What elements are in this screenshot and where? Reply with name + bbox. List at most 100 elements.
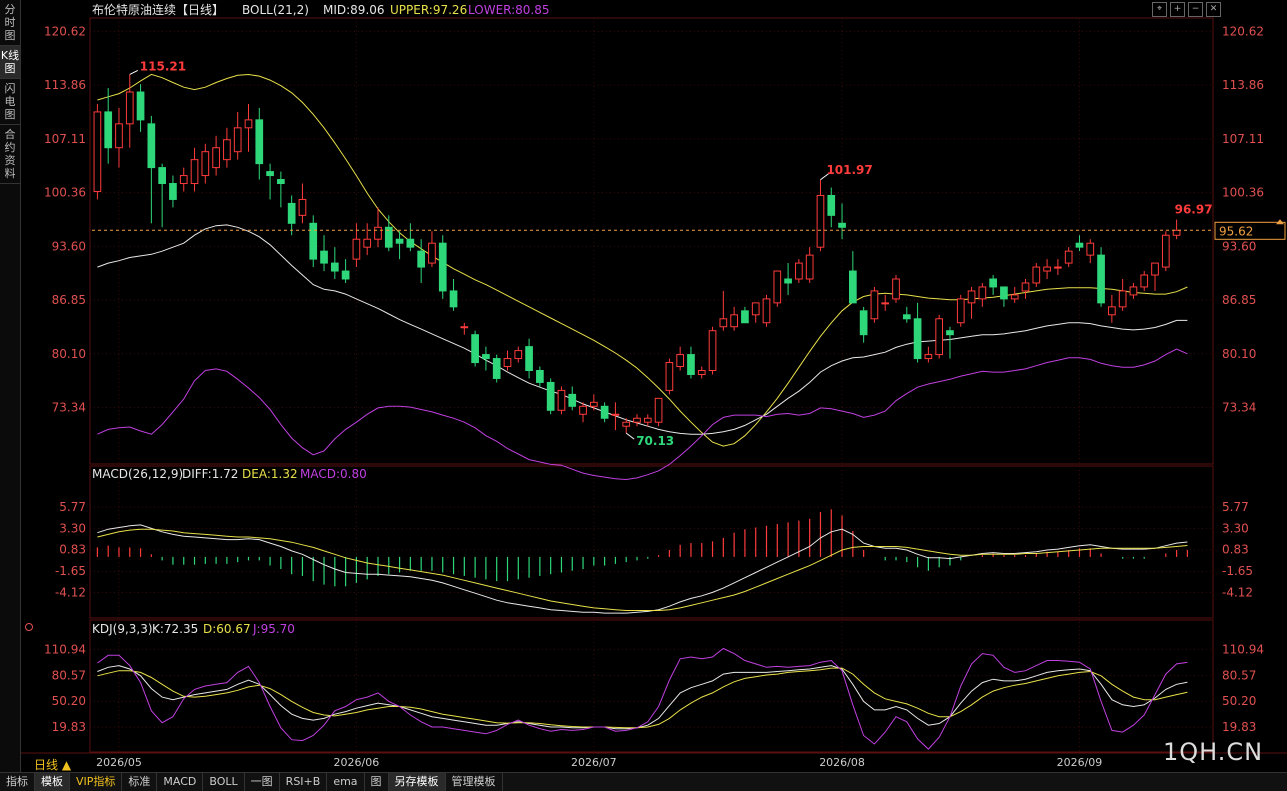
boll-upper-value: UPPER:97.26	[390, 3, 467, 17]
candle-up	[870, 290, 879, 320]
tab-ema[interactable]: ema	[327, 773, 365, 791]
candle-down	[417, 250, 426, 268]
candle-down	[784, 278, 792, 284]
candle-down	[158, 167, 166, 185]
candle-up	[244, 119, 253, 129]
price-tick-left: 80.10	[52, 347, 86, 361]
price-tick-right: 100.36	[1222, 186, 1264, 200]
tab-rsi-b[interactable]: RSI+B	[280, 773, 328, 791]
macd-macd-value: MACD:0.80	[300, 467, 367, 481]
candle-down	[741, 310, 749, 324]
price-tick-left: 113.86	[44, 78, 86, 92]
boll-mid-value: MID:89.06	[323, 3, 385, 17]
price-axis: 120.62 120.62 113.86 113.86 107.11 107.11 100.…	[44, 24, 1264, 414]
tab-flash-chart[interactable]: 闪电图	[0, 79, 20, 125]
view-sidebar: 分时图 K线图 闪电图 合约资料	[0, 0, 21, 772]
tab-vip-indicator[interactable]: VIP指标	[70, 773, 123, 791]
candle-up	[697, 369, 706, 375]
kdj-label[interactable]: KDJ(9,3,3)	[92, 622, 153, 636]
macd-tick-left: 3.30	[59, 521, 86, 535]
candle-up	[115, 123, 123, 149]
candle-up	[654, 397, 663, 423]
candle-up	[643, 417, 652, 423]
price-tick-right: 86.85	[1222, 293, 1256, 307]
candle-down	[568, 393, 577, 407]
tab-standard[interactable]: 标准	[122, 773, 158, 791]
macd-tick-right: 5.77	[1222, 500, 1249, 514]
candle-down	[449, 290, 458, 308]
candle-up	[622, 421, 631, 427]
tab-contract-info[interactable]: 合约资料	[0, 125, 20, 184]
kdj-tick-left: 19.83	[52, 720, 86, 734]
price-tick-right: 113.86	[1222, 78, 1264, 92]
macd-legend: MACD(26,12,9) DIFF:1.72 DEA:1.32 MACD:0.…	[92, 467, 367, 481]
candle-up	[967, 290, 976, 304]
tab-chart[interactable]: 图	[365, 773, 389, 791]
candle-down	[838, 222, 846, 228]
high-pointer	[129, 69, 138, 75]
candle-up	[201, 151, 210, 177]
candle-up	[460, 326, 469, 329]
price-tick-left: 107.11	[44, 132, 86, 146]
candle-down	[341, 270, 350, 280]
panel-frame	[89, 619, 1214, 753]
candle-up	[212, 147, 220, 169]
candle-up	[1108, 306, 1116, 316]
macd-dea-line	[97, 528, 1188, 611]
candle-up	[924, 354, 933, 360]
candle-down	[848, 270, 857, 304]
kdj-d-value: D:60.67	[203, 622, 251, 636]
tab-timeshare[interactable]: 分时图	[0, 0, 20, 46]
tab-one-chart[interactable]: 一图	[245, 773, 280, 791]
candle-down	[525, 346, 533, 371]
candle-down	[136, 91, 145, 121]
candle-up	[795, 262, 803, 280]
candle-down	[287, 202, 296, 224]
close-icon[interactable]: ✕	[1206, 2, 1221, 17]
tab-macd[interactable]: MACD	[157, 773, 204, 791]
candle-up	[816, 194, 825, 248]
high-label: 115.21	[140, 59, 186, 73]
boll-lower-line	[97, 348, 1188, 481]
candle-up	[730, 314, 738, 328]
candle-down	[946, 330, 954, 336]
candle-up	[374, 226, 382, 240]
macd-tick-right: 0.83	[1222, 543, 1249, 557]
kdj-tick-right: 50.20	[1222, 694, 1256, 708]
kdj-j-value: J:95.70	[252, 622, 295, 636]
candle-up	[881, 302, 890, 305]
tab-manage-template[interactable]: 管理模板	[446, 773, 503, 791]
period-selector[interactable]: 日线 ▲	[34, 756, 71, 773]
tab-indicator[interactable]: 指标	[0, 773, 35, 791]
boll-label[interactable]: BOLL(21,2)	[242, 3, 309, 17]
tab-boll[interactable]: BOLL	[203, 773, 245, 791]
date-tick-label: 2026/07	[571, 756, 617, 769]
tab-kline[interactable]: K线图	[0, 46, 20, 79]
zoom-in-icon[interactable]: +	[1170, 2, 1185, 17]
candle-up	[589, 401, 598, 407]
crosshair-icon[interactable]: ⌖	[1152, 2, 1167, 17]
candle-up	[1021, 282, 1030, 292]
candle-up	[352, 238, 361, 260]
main-legend: 布伦特原油连续【日线】 BOLL(21,2) MID:89.06 UPPER:9…	[92, 2, 550, 17]
price-tick-right: 73.34	[1222, 401, 1256, 415]
tab-template[interactable]: 模板	[35, 773, 70, 791]
low-pointer	[625, 432, 635, 440]
macd-label[interactable]: MACD(26,12,9)	[92, 467, 183, 481]
boll-lower-value: LOWER:80.85	[468, 3, 550, 17]
tab-save-template[interactable]: 另存模板	[388, 773, 446, 791]
zoom-out-icon[interactable]: −	[1188, 2, 1203, 17]
candle-up	[223, 139, 231, 161]
candle-down	[309, 222, 318, 260]
date-tick-label: 2026/09	[1057, 756, 1103, 769]
chart-canvas[interactable]: 120.62 120.62 113.86 113.86 107.11 107.11 100.…	[0, 0, 1287, 790]
candle-up	[233, 127, 242, 153]
candle-down	[277, 179, 285, 185]
date-tick-label: 2026/08	[819, 756, 865, 769]
candle-up	[428, 242, 436, 264]
candle-down	[330, 262, 339, 272]
price-tick-right: 107.11	[1222, 132, 1264, 146]
kdj-legend: KDJ(9,3,3) K:72.35 D:60.67 J:95.70	[92, 622, 295, 636]
macd-diff-value: DIFF:1.72	[182, 467, 238, 481]
candle-up	[665, 362, 674, 391]
